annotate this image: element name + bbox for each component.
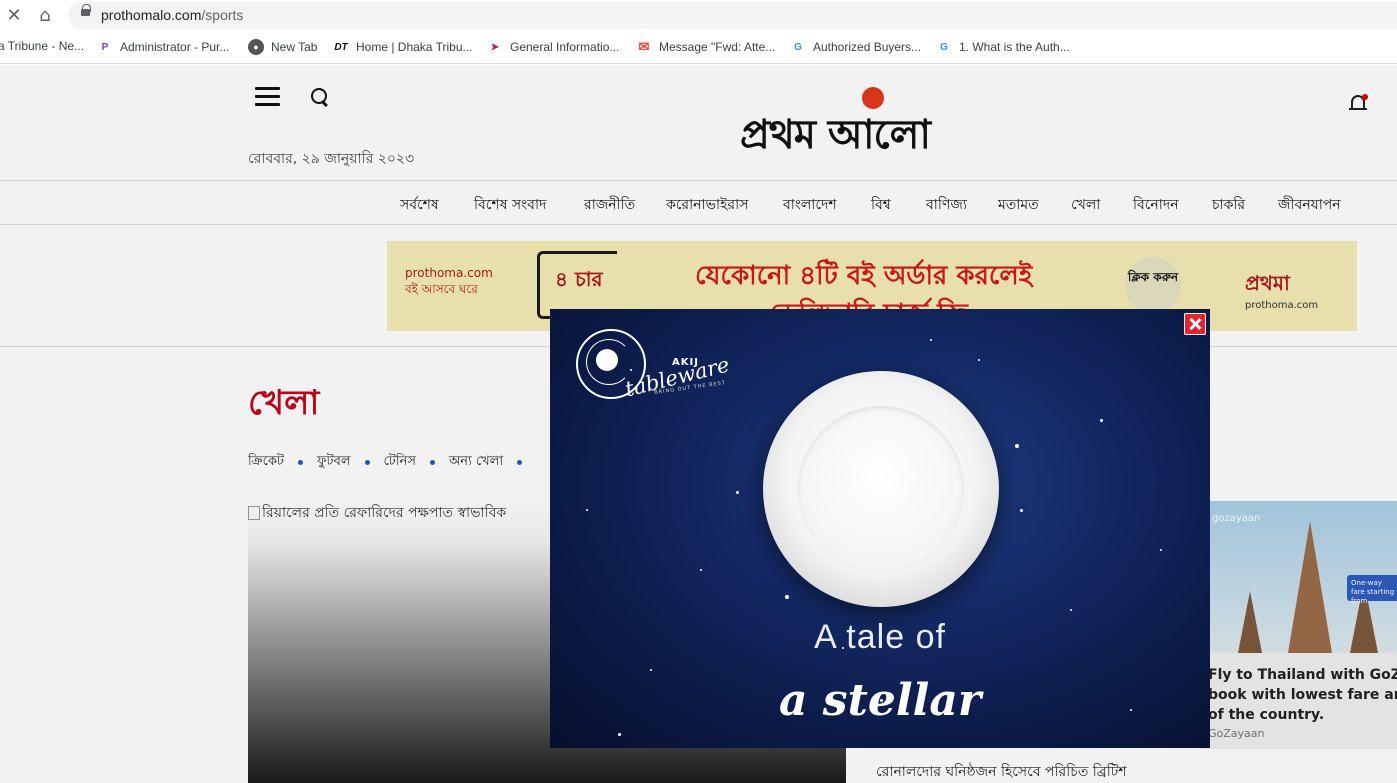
globe-icon: ● (248, 39, 264, 55)
ad-subline-text: a stellar (778, 675, 982, 726)
lock-icon (81, 4, 91, 16)
url-field[interactable]: prothomalo.com/sports (68, 2, 1397, 29)
bookmark-administrator[interactable]: P Administrator - Pur... (97, 39, 230, 55)
bookmark-dhaka-tribune-home[interactable]: DT Home | Dhaka Tribu... (333, 39, 472, 55)
ad-headline-text: A tale of (814, 618, 946, 656)
browser-address-bar: ✕ ⌂ prothomalo.com/sports (0, 0, 1397, 31)
bookmark-what-is-auth[interactable]: G 1. What is the Auth... (936, 39, 1070, 55)
google-icon: G (794, 41, 802, 53)
bookmark-authorized-buyers[interactable]: G Authorized Buyers... (790, 39, 921, 55)
purple-p-icon: P (101, 41, 109, 53)
plate-image (763, 371, 999, 607)
gmail-icon: ✉ (638, 39, 650, 54)
stop-loading-icon[interactable]: ✕ (3, 4, 25, 26)
popup-ad[interactable]: AKIJ tableware BRING OUT THE BEST A tale… (550, 309, 1210, 748)
bookmarks-bar: a Tribune - Ne... P Administrator - Pur.… (0, 31, 1397, 64)
bookmark-gmail-message[interactable]: ✉ Message "Fwd: Atte... (636, 39, 776, 55)
red-bird-icon: ➤ (490, 41, 500, 53)
url-text[interactable]: prothomalo.com/sports (101, 7, 243, 23)
home-icon[interactable]: ⌂ (34, 4, 56, 26)
google-icon: G (940, 41, 948, 53)
bookmark-dhaka-tribune[interactable]: a Tribune - Ne... (0, 39, 84, 53)
close-icon[interactable] (1184, 313, 1206, 335)
bookmark-new-tab[interactable]: ● New Tab (248, 39, 317, 55)
bookmark-general-info[interactable]: ➤ General Informatio... (487, 39, 620, 55)
dt-icon: DT (334, 41, 348, 53)
